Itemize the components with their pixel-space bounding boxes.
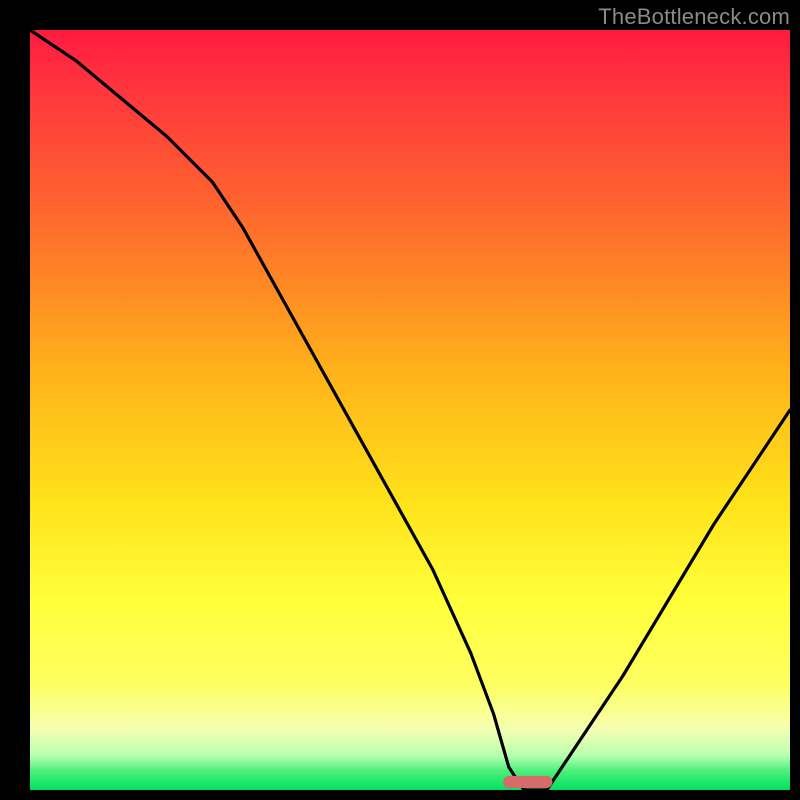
- chart-frame: TheBottleneck.com: [0, 0, 800, 800]
- bottleneck-chart: [0, 0, 800, 800]
- watermark-text: TheBottleneck.com: [598, 4, 790, 30]
- optimal-marker: [503, 776, 552, 788]
- plot-background: [30, 30, 790, 790]
